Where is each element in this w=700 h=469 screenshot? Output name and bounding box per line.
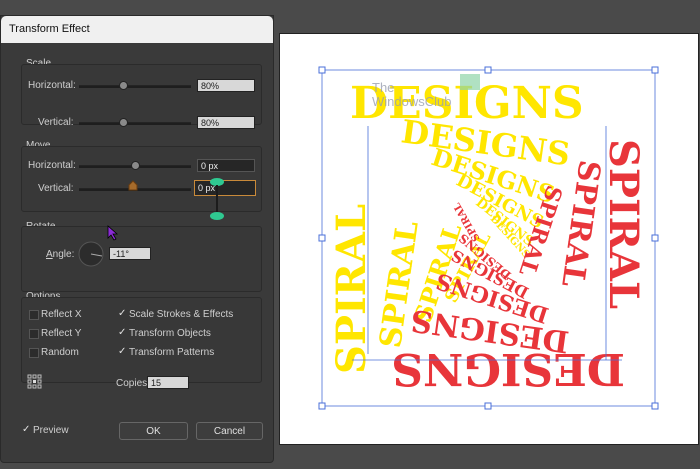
watermark-logo-icon — [460, 74, 480, 90]
selection-handle[interactable] — [484, 402, 492, 410]
selection-handle[interactable] — [318, 66, 326, 74]
scale-horizontal-label: Horizontal: — [28, 80, 76, 91]
move-vertical-input[interactable]: 0 px — [194, 180, 256, 196]
move-horizontal-input[interactable]: 0 px — [197, 159, 255, 172]
text-cursor-icon — [210, 178, 224, 220]
selection-handle[interactable] — [651, 66, 659, 74]
watermark-line2: WindowsClub — [372, 94, 451, 109]
selection-handle[interactable] — [318, 234, 326, 242]
rotate-angle-label: Angle: — [46, 249, 75, 260]
move-horizontal-label: Horizontal: — [28, 160, 76, 171]
preview-checkbox[interactable]: ✓ — [22, 424, 30, 435]
cancel-button[interactable]: Cancel — [196, 422, 263, 440]
scale-vertical-input[interactable]: 80% — [197, 116, 255, 129]
reflect-y-checkbox[interactable] — [29, 329, 39, 339]
transform-objects-label: Transform Objects — [129, 328, 211, 339]
ok-button[interactable]: OK — [119, 422, 188, 440]
reference-point-icon[interactable] — [27, 374, 42, 389]
dialog-title: Transform Effect — [1, 16, 273, 43]
transform-patterns-label: Transform Patterns — [129, 347, 215, 358]
move-vertical-slider-thumb[interactable] — [128, 180, 138, 191]
scale-vertical-slider[interactable] — [79, 122, 191, 125]
scale-vertical-slider-thumb[interactable] — [119, 118, 128, 127]
mouse-pointer-icon — [107, 225, 119, 241]
artboard[interactable]: DESIGNS SPIRAL SPIRAL DESIGNS SPIRAL DES… — [279, 33, 699, 445]
spiral-artwork: DESIGNS SPIRAL SPIRAL DESIGNS SPIRAL DES… — [318, 66, 659, 410]
scale-vertical-label: Vertical: — [38, 117, 74, 128]
reflect-x-checkbox[interactable] — [29, 310, 39, 320]
scale-horizontal-slider-thumb[interactable] — [119, 81, 128, 90]
reflect-y-label: Reflect Y — [41, 328, 82, 339]
selection-handle[interactable] — [651, 402, 659, 410]
spiral-word: SPIRAL — [554, 158, 606, 289]
move-vertical-label: Vertical: — [38, 183, 74, 194]
watermark-line1: The — [372, 80, 394, 95]
copies-label: Copies — [116, 378, 148, 389]
move-horizontal-slider-thumb[interactable] — [131, 161, 140, 170]
scale-horizontal-slider[interactable] — [79, 85, 191, 88]
preview-label: Preview — [33, 425, 69, 436]
angle-dial[interactable] — [78, 241, 104, 267]
transform-effect-dialog: Transform Effect Scale Horizontal: 80% V… — [0, 15, 274, 463]
move-group — [21, 146, 262, 212]
random-label: Random — [41, 347, 79, 358]
selection-handle[interactable] — [651, 234, 659, 242]
transform-objects-checkbox[interactable]: ✓ — [118, 327, 126, 338]
scale-strokes-label: Scale Strokes & Effects — [129, 309, 234, 320]
copies-input[interactable]: 15 — [147, 376, 189, 389]
transform-patterns-checkbox[interactable]: ✓ — [118, 346, 126, 357]
selection-handle[interactable] — [318, 402, 326, 410]
scale-strokes-checkbox[interactable]: ✓ — [118, 308, 126, 319]
selection-handle[interactable] — [484, 66, 492, 74]
reflect-x-label: Reflect X — [41, 309, 82, 320]
scale-horizontal-input[interactable]: 80% — [197, 79, 255, 92]
rotate-angle-input[interactable]: -11° — [109, 247, 151, 260]
random-checkbox[interactable] — [29, 348, 39, 358]
